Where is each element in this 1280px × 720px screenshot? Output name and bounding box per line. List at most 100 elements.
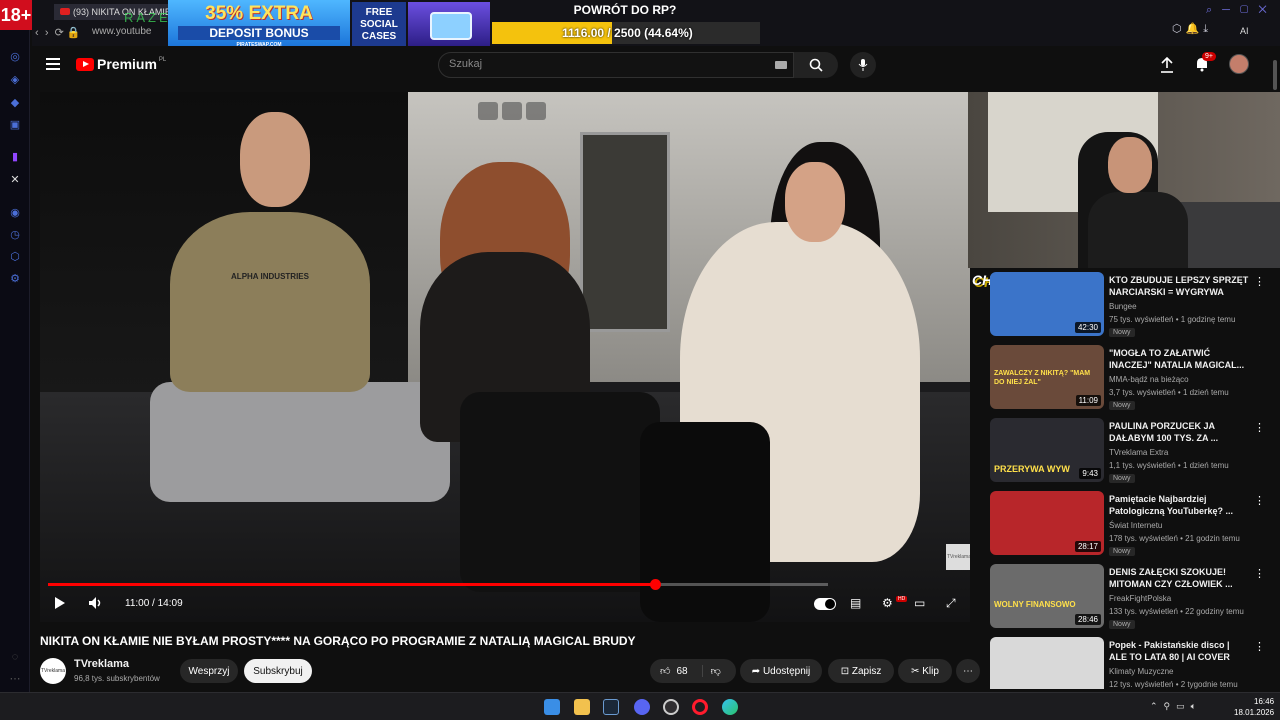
- reco-channel[interactable]: Świat Internetu: [1109, 521, 1162, 530]
- deposit-bonus-ad[interactable]: 35% EXTRA DEPOSIT BONUS PIRATESWAP.COM: [168, 0, 350, 48]
- messenger-icon[interactable]: ◈: [8, 73, 22, 87]
- reco-title[interactable]: KTO ZBUDUJE LEPSZY SPRZĘT NARCIARSKI = W…: [1109, 274, 1249, 298]
- goal-title: POWRÓT DO RP?: [573, 3, 677, 17]
- reco-title[interactable]: DENIS ZAŁĘCKI SZOKUJE! MITOMAN CZY CZŁOW…: [1109, 566, 1249, 590]
- video-player[interactable]: ALPHA INDUSTRIES TVreklama: [40, 92, 970, 622]
- x-icon[interactable]: ✕: [8, 173, 22, 187]
- cube-icon[interactable]: ⬡: [8, 250, 22, 264]
- thumbnail-caption: PRZERYWA WYW: [994, 464, 1070, 474]
- account-avatar[interactable]: [1229, 54, 1249, 74]
- free-cases-ad[interactable]: FREE SOCIAL CASES: [352, 2, 406, 46]
- discord-icon[interactable]: [634, 699, 650, 715]
- video-thumbnail[interactable]: 42:30: [990, 272, 1104, 336]
- video-thumbnail[interactable]: [990, 637, 1104, 689]
- edge-icon[interactable]: [722, 699, 738, 715]
- keyboard-icon[interactable]: [775, 61, 787, 69]
- windows-start-icon[interactable]: [544, 699, 560, 715]
- settings-gear-icon[interactable]: ⚙: [882, 596, 893, 610]
- subtitles-icon[interactable]: ▤: [850, 596, 861, 610]
- reco-channel[interactable]: TVreklama Extra: [1109, 448, 1168, 457]
- subscribe-button[interactable]: Subskrybuj: [244, 659, 312, 683]
- reco-meta: 178 tys. wyświetleń • 21 godzin temu: [1109, 534, 1240, 543]
- save-label: Zapisz: [851, 665, 882, 677]
- reco-title[interactable]: PAULINA PORZUCEK JA DAŁABYM 100 TYS. ZA …: [1109, 420, 1249, 444]
- reco-title[interactable]: Pamiętacie Najbardziej Patologiczną YouT…: [1109, 493, 1249, 517]
- extension-icon[interactable]: ◌: [8, 650, 22, 664]
- video-thumbnail[interactable]: ZAWALCZY Z NIKITĄ? "MAM DO NIEJ ŻAL" 11:0…: [990, 345, 1104, 409]
- voice-search-button[interactable]: [850, 52, 876, 78]
- miniplayer-icon[interactable]: [478, 102, 498, 120]
- hd-badge: HD: [896, 596, 908, 602]
- more-vert-icon[interactable]: ⋮: [1254, 275, 1265, 288]
- clock-icon[interactable]: ◷: [8, 228, 22, 242]
- history-icon[interactable]: ◎: [8, 50, 22, 64]
- search-input[interactable]: Szukaj: [438, 52, 794, 78]
- video-thumbnail[interactable]: WOLNY FINANSOWO 28:46: [990, 564, 1104, 628]
- search-button[interactable]: [794, 52, 838, 78]
- more-vert-icon[interactable]: ⋮: [1254, 421, 1265, 434]
- volume-button[interactable]: [88, 596, 104, 613]
- thumbs-down-icon[interactable]: 👎︎: [701, 665, 721, 677]
- address-bar[interactable]: www.youtube: [92, 26, 151, 37]
- player-overlay-buttons[interactable]: [478, 102, 546, 120]
- system-tray[interactable]: ⌃⚲▭🔈︎: [1150, 701, 1202, 712]
- reco-channel[interactable]: Bungee: [1109, 302, 1137, 311]
- list-item[interactable]: 42:30 KTO ZBUDUJE LEPSZY SPRZĘT NARCIARS…: [990, 272, 1280, 342]
- case-ad-image[interactable]: [408, 2, 490, 46]
- like-dislike-group[interactable]: 👍︎ 68 👎︎: [650, 659, 736, 683]
- menu-icon[interactable]: [46, 58, 60, 73]
- theater-mode-icon[interactable]: ▭: [914, 596, 925, 610]
- join-button[interactable]: Wesprzyj: [180, 659, 238, 683]
- ai-button[interactable]: AI: [1240, 26, 1249, 36]
- more-vert-icon[interactable]: ⋮: [1254, 567, 1265, 580]
- steam-icon[interactable]: [603, 699, 619, 715]
- more-icon[interactable]: ⋯: [8, 672, 22, 686]
- video-thumbnail[interactable]: PRZERYWA WYW 9:43: [990, 418, 1104, 482]
- ad-headline: 35% EXTRA: [205, 3, 313, 24]
- window-controls[interactable]: ⌕─▢✕: [1206, 4, 1277, 17]
- list-item[interactable]: 28:17 Pamiętacie Najbardziej Patologiczn…: [990, 491, 1280, 561]
- scrollbar[interactable]: [1273, 60, 1277, 90]
- youtube-logo[interactable]: Premium PL: [76, 56, 166, 72]
- upload-icon[interactable]: [1160, 56, 1174, 78]
- player-icon[interactable]: ◉: [8, 206, 22, 220]
- channel-avatar[interactable]: TVreklama: [40, 658, 66, 684]
- reco-channel[interactable]: Klimaty Muzyczne: [1109, 667, 1173, 676]
- file-explorer-icon[interactable]: [574, 699, 590, 715]
- more-vert-icon[interactable]: ⋮: [1254, 640, 1265, 653]
- share-button[interactable]: ➦ Udostępnij: [740, 659, 822, 683]
- opera-icon[interactable]: [692, 699, 708, 715]
- obs-icon[interactable]: [663, 699, 679, 715]
- scrubber-handle[interactable]: [649, 579, 661, 590]
- list-item[interactable]: ZAWALCZY Z NIKITĄ? "MAM DO NIEJ ŻAL" 11:0…: [990, 345, 1280, 415]
- more-actions-icon[interactable]: ⋯: [956, 659, 980, 683]
- list-item[interactable]: PRZERYWA WYW 9:43 PAULINA PORZUCEK JA DAŁ…: [990, 418, 1280, 488]
- thumbs-up-icon[interactable]: 👍︎: [660, 665, 670, 677]
- fullscreen-icon[interactable]: ⤢: [946, 596, 956, 611]
- shield-icon[interactable]: ◆: [8, 96, 22, 110]
- mail-icon[interactable]: ▣: [8, 118, 22, 132]
- browser-toolbar-icons[interactable]: ⬡🔔⤓: [1172, 22, 1212, 36]
- play-button[interactable]: [54, 596, 66, 613]
- video-thumbnail[interactable]: 28:17: [990, 491, 1104, 555]
- channel-name[interactable]: TVreklama: [74, 658, 129, 670]
- list-item[interactable]: Popek - Pakistańskie disco | ALE TO LATA…: [990, 637, 1280, 689]
- reco-meta: 133 tys. wyświetleń • 22 godziny temu: [1109, 607, 1244, 616]
- video-progress-bar[interactable]: [48, 579, 828, 590]
- reco-channel[interactable]: MMA-bądź na bieżąco: [1109, 375, 1189, 384]
- twitch-icon[interactable]: ▮: [8, 150, 22, 164]
- reco-title[interactable]: Popek - Pakistańskie disco | ALE TO LATA…: [1109, 639, 1249, 663]
- exit-icon[interactable]: [502, 102, 522, 120]
- autoplay-toggle[interactable]: [814, 598, 836, 610]
- nav-icons[interactable]: ‹ › ⟳ 🔒: [32, 26, 81, 39]
- reco-channel[interactable]: FreakFightPolska: [1109, 594, 1171, 603]
- skip-icon[interactable]: [526, 102, 546, 120]
- clip-button[interactable]: ✂ Klip: [898, 659, 952, 683]
- settings-icon[interactable]: ⚙: [8, 272, 22, 286]
- system-clock[interactable]: 16:46 18.01.2026: [1234, 696, 1274, 718]
- save-button[interactable]: ⊡ Zapisz: [828, 659, 894, 683]
- reco-title[interactable]: "MOGŁA TO ZAŁATWIĆ INACZEJ" NATALIA MAGI…: [1109, 347, 1249, 371]
- more-vert-icon[interactable]: ⋮: [1254, 494, 1265, 507]
- channel-watermark[interactable]: TVreklama: [946, 544, 970, 570]
- list-item[interactable]: WOLNY FINANSOWO 28:46 DENIS ZAŁĘCKI SZOKU…: [990, 564, 1280, 634]
